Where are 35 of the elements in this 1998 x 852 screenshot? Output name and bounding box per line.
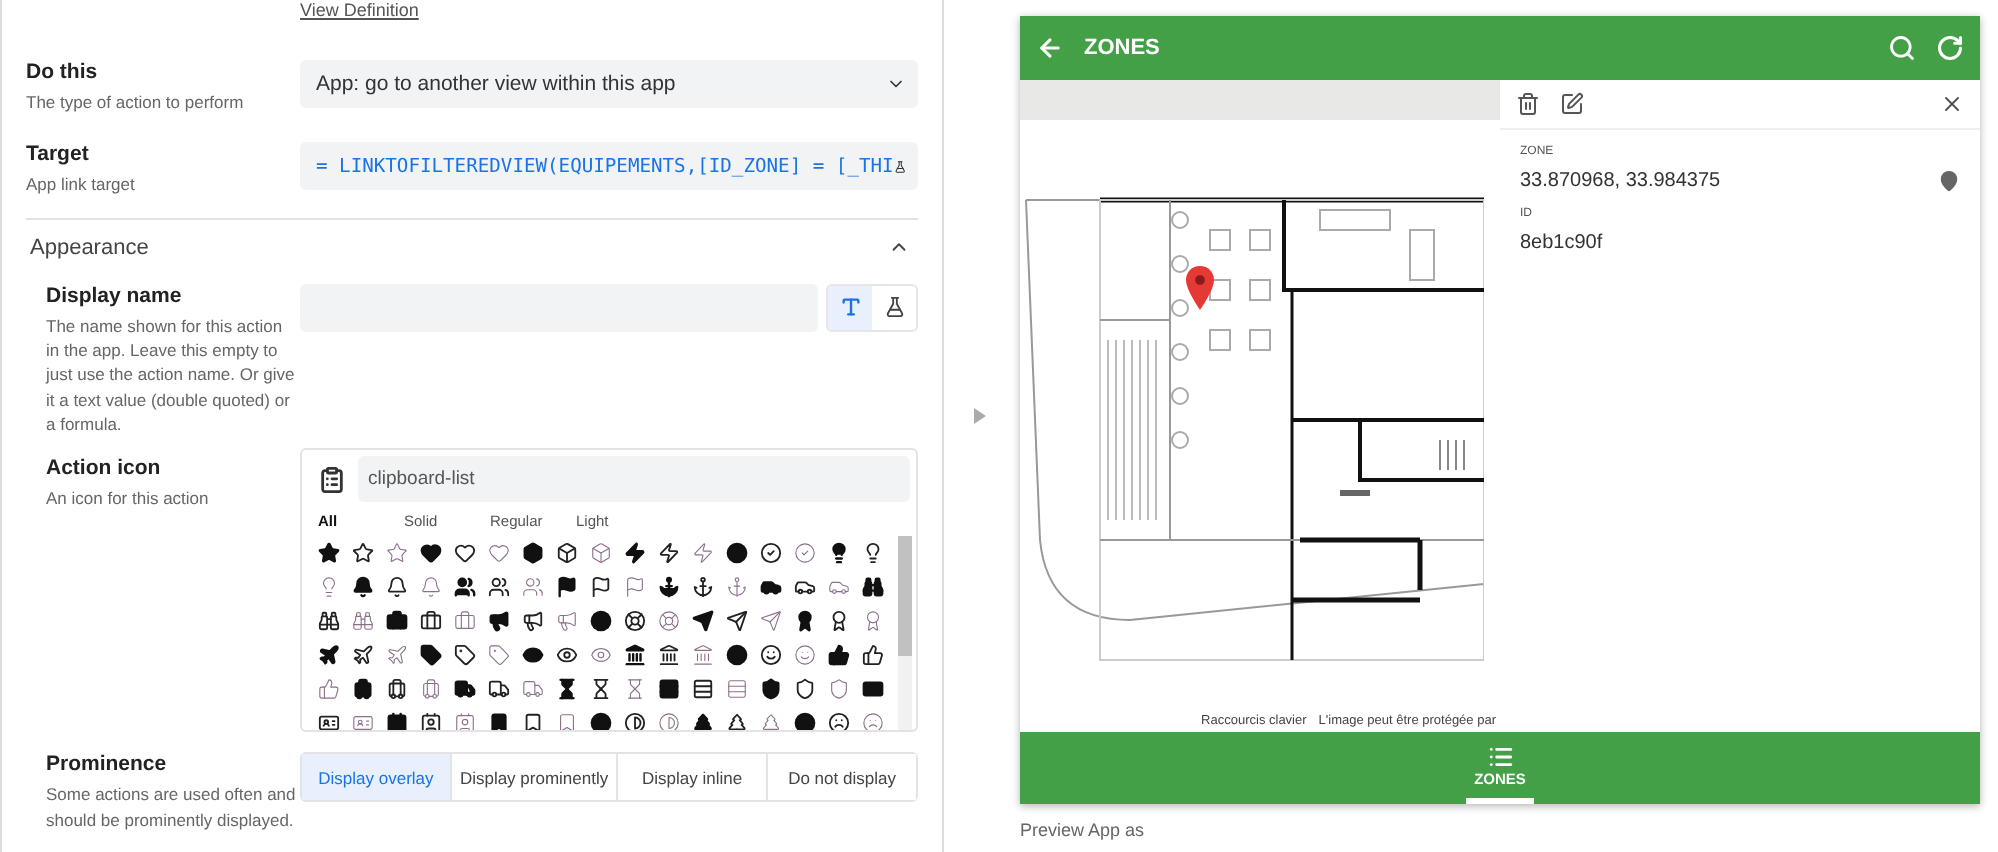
field-label: Action icon [46,456,163,481]
close-button[interactable] [1940,92,1964,116]
refresh-button[interactable] [1936,34,1964,62]
text-mode-button[interactable] [828,285,872,330]
field-label: Display name [46,283,184,308]
prominence-option[interactable]: Display overlay [302,754,452,801]
flask-icon [893,155,906,178]
search-button[interactable] [1888,34,1916,62]
detail-value: 33.870968, 33.984375 [1520,170,1721,192]
field-description: Some actions are used often and should be prominently displayed. [46,782,298,832]
field-description: The type of action to perform [26,90,246,115]
flask-icon [883,296,905,319]
edit-button[interactable] [1560,92,1584,116]
text-type-icon [839,296,861,319]
field-label: Prominence [46,752,169,777]
delete-button[interactable] [1516,92,1540,116]
preview-as-label: Preview App as [1020,820,1147,840]
field-description: An icon for this action [46,486,211,511]
field-label: Do this [26,60,100,84]
location-pin-icon[interactable] [1938,170,1960,192]
icon-search-field[interactable]: clipboard-list [358,456,910,503]
action-type-dropdown[interactable]: App: go to another view within this app [300,60,918,108]
list-icon [1487,743,1513,769]
scrollbar[interactable] [898,536,912,731]
field-description: The name shown for this action in the app. Leave this empty to just use the action name. Or give it a text value (double quoted) or a formula. [46,313,297,437]
section-title: Appearance [30,235,149,260]
view-definition-link[interactable]: View Definition [300,0,918,28]
detail-value: 8eb1c90f [1520,232,1603,254]
clipboard-list-icon [318,465,346,494]
field-description: App link target [26,172,137,198]
field-label: Target [26,142,91,167]
formula-field[interactable]: = LINKTOFILTEREDVIEW(EQUIPEMENTS,[ID_ZONE] = [_THI [300,142,918,191]
view-title: ZONES [1084,36,1162,60]
map-pin-icon[interactable] [1186,266,1214,310]
back-button[interactable] [1036,34,1064,62]
